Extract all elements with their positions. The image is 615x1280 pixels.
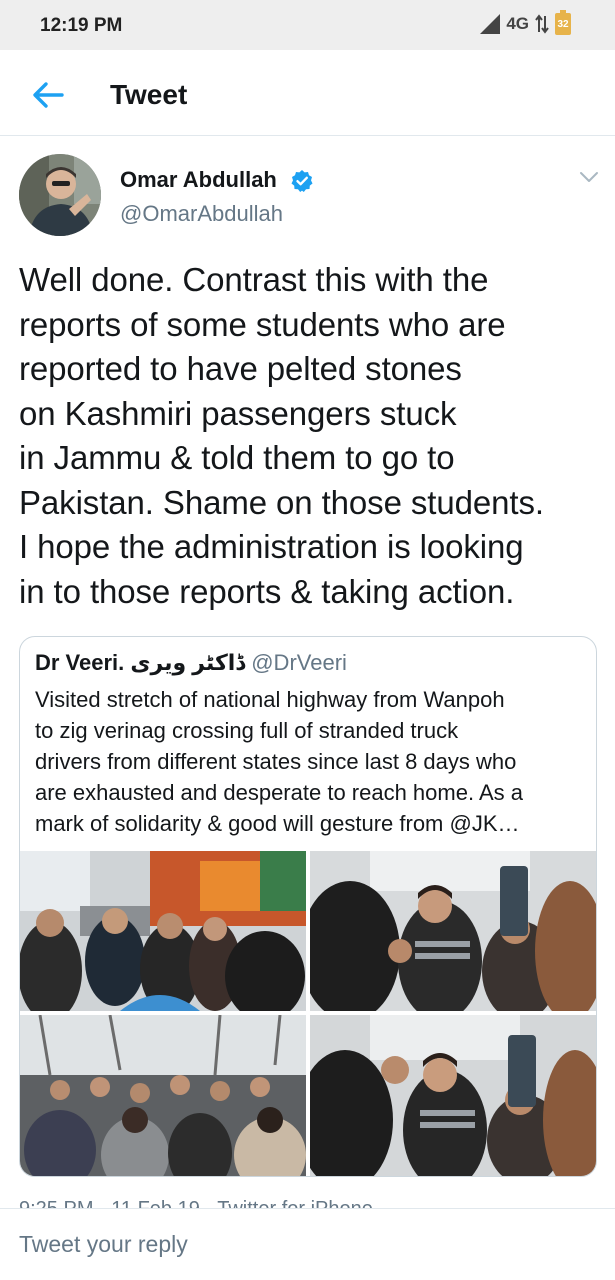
status-bar: 12:19 PM 4G 32 [0,0,615,50]
signal-icon [480,14,501,34]
author-handle[interactable]: @OmarAbdullah [120,201,283,227]
network-label: 4G [506,14,529,33]
photo-grid [20,851,596,1176]
arrow-left-icon[interactable] [28,75,68,115]
photo-2-image [310,851,596,1011]
page-title: Tweet [110,79,188,110]
status-time: 12:19 PM [40,15,123,36]
reply-bar [0,1208,615,1280]
chevron-down-icon[interactable] [578,166,600,188]
quoted-tweet-header: Dr Veeri. ڈاکٹر ویری @DrVeeri [35,650,347,676]
battery-level: 32 [557,18,569,30]
photo-1-image [20,851,306,1011]
photo-2[interactable] [310,851,596,1011]
photo-3[interactable] [20,1015,306,1176]
battery-icon: 32 [555,10,571,35]
photo-4[interactable] [310,1015,596,1176]
photo-1[interactable] [20,851,306,1011]
avatar[interactable] [19,154,101,236]
quoted-tweet-card[interactable]: Dr Veeri. ڈاکٹر ویری @DrVeeri Visited st… [19,636,597,1177]
quoted-author-name: Dr Veeri. ڈاکٹر ویری [35,650,246,675]
author-name[interactable]: Omar Abdullah [120,167,277,193]
avatar-image [19,154,101,236]
quoted-author-handle: @DrVeeri [251,650,347,675]
verified-badge-icon [291,170,313,192]
app-header: Tweet [0,50,615,136]
quoted-tweet-text: Visited stretch of national highway from… [35,687,523,836]
tweet-text: Well done. Contrast this with the report… [19,261,544,610]
photo-4-image [310,1015,596,1176]
photo-3-image [20,1015,306,1176]
data-arrows-icon [535,14,549,34]
reply-input[interactable] [19,1231,579,1258]
status-icons: 4G 32 [480,10,571,35]
